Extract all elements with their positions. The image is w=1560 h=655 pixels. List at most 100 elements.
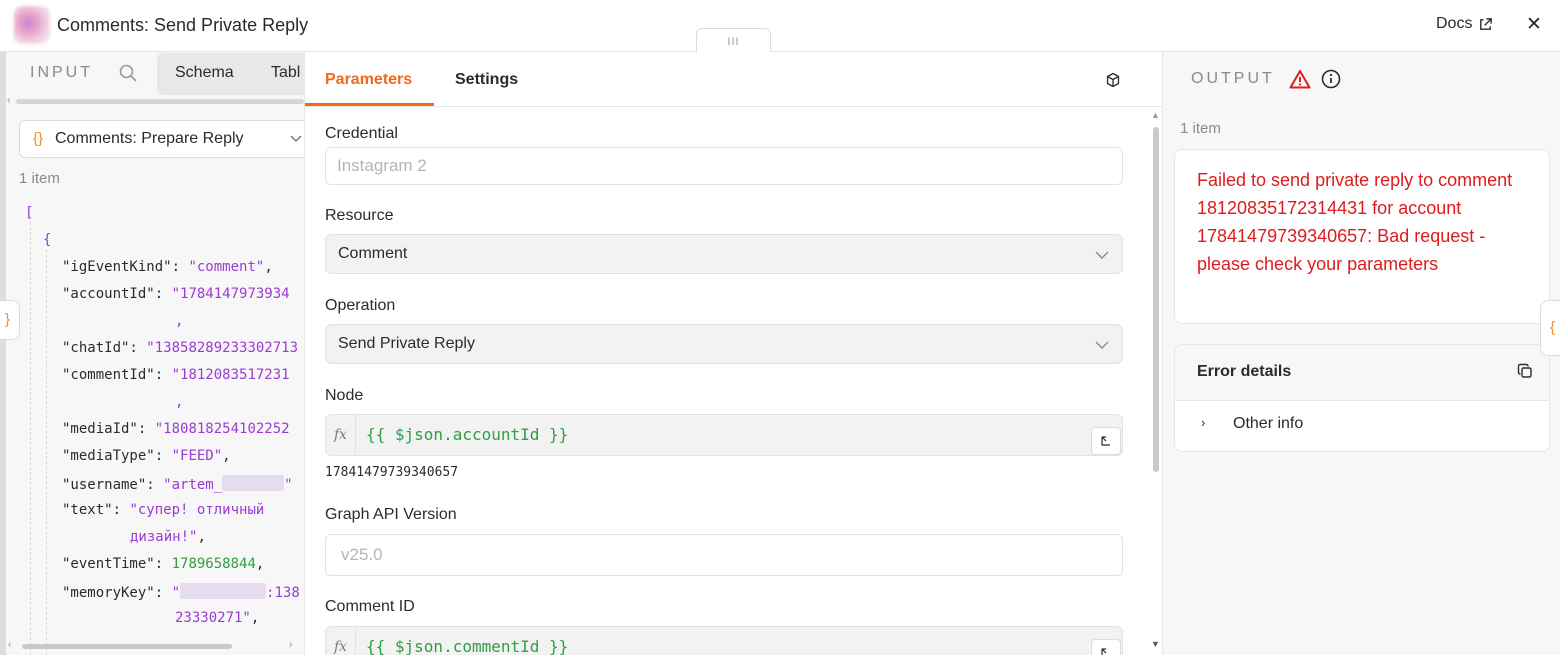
output-drag-braces-icon[interactable]: { [1540, 300, 1560, 356]
output-panel: OUTPUT 1 item Failed to send private rep… [1162, 52, 1560, 655]
json-bracket: [ [25, 205, 34, 221]
graph-api-label: Graph API Version [325, 506, 457, 523]
graph-api-version-field[interactable]: v25.0 [325, 534, 1123, 576]
json-value-cont: 23330271" [175, 610, 251, 626]
input-panel: INPUT Schema Tabl ‹ {} Comments: Prepare… [0, 52, 304, 655]
fx-icon: fx [326, 627, 356, 655]
json-key: "text": [62, 502, 122, 518]
json-key: "chatId": [62, 340, 138, 356]
tab-settings[interactable]: Settings [455, 71, 518, 89]
comment-id-expression-field[interactable]: fx {{ $json.commentId }} [325, 626, 1123, 655]
scroll-up-arrow[interactable]: ▲ [1151, 110, 1160, 120]
redacted-block [222, 475, 285, 491]
expand-icon [1101, 436, 1110, 446]
input-drag-braces-icon[interactable]: } [0, 300, 20, 340]
json-row: "commentId": "1812083517231 [62, 367, 290, 383]
node-expression-field[interactable]: fx {{ $json.accountId }} [325, 414, 1123, 456]
resource-value: Comment [338, 245, 408, 262]
json-comma: , [175, 313, 184, 329]
json-row: "mediaType": "FEED", [62, 448, 231, 464]
cube-icon[interactable] [1105, 72, 1121, 88]
json-value: "1812083517231 [171, 367, 290, 383]
node-header: Comments: Send Private Reply Docs ✕ III [0, 0, 1560, 52]
other-info-toggle[interactable]: Other info [1233, 415, 1303, 433]
error-details-header: Error details [1175, 345, 1549, 401]
json-value: "13858289233302713 [146, 340, 299, 356]
info-icon[interactable] [1321, 69, 1341, 89]
docs-link[interactable]: Docs [1436, 15, 1493, 33]
node-expression: {{ $json.accountId }} [366, 425, 569, 444]
json-row: "igEventKind": "comment", [62, 259, 273, 275]
vertical-scrollbar[interactable] [1153, 127, 1159, 472]
operation-label: Operation [325, 297, 396, 314]
node-expression-result: 17841479739340657 [325, 465, 459, 480]
json-key: "igEventKind": [62, 259, 181, 275]
close-button[interactable]: ✕ [1526, 15, 1542, 35]
json-row: "accountId": "1784147973934 [62, 286, 290, 302]
resource-label: Resource [325, 207, 394, 224]
json-row: "username": "artem_ " [62, 475, 293, 493]
json-key: "mediaType": [62, 448, 164, 464]
output-panel-title: OUTPUT [1191, 70, 1275, 87]
scroll-left-arrow[interactable]: ‹ [8, 639, 11, 650]
json-row: "text": "супер! отличный [62, 502, 264, 518]
credential-field[interactable]: Instagram 2 [325, 147, 1123, 185]
indent-guide [46, 250, 47, 655]
json-row: "chatId": "13858289233302713 [62, 340, 298, 356]
json-brace: { [43, 232, 52, 248]
json-key: "mediaId": [62, 421, 147, 437]
scroll-right-arrow[interactable]: › [289, 639, 292, 650]
json-key: "eventTime": [62, 556, 164, 572]
json-value: "супер! отличный [129, 502, 265, 518]
active-tab-indicator [305, 103, 434, 106]
canvas-edge [0, 52, 6, 655]
json-row: "eventTime": 1789658844, [62, 556, 265, 572]
operation-select[interactable]: Send Private Reply [325, 324, 1123, 364]
node-label: Node [325, 387, 364, 404]
error-message: Failed to send private reply to comment … [1197, 170, 1513, 274]
node-title: Comments: Send Private Reply [57, 15, 309, 35]
redacted-block [180, 583, 267, 599]
json-key: "username": [62, 477, 155, 493]
tab-parameters[interactable]: Parameters [325, 71, 412, 89]
error-details-card: Error details › Other info [1174, 344, 1550, 452]
panel-drag-handle[interactable]: III [696, 28, 771, 52]
chevron-right-icon[interactable]: › [1201, 415, 1205, 430]
json-row: дизайн!", [130, 529, 206, 545]
json-key: "memoryKey": [62, 585, 164, 601]
parameters-panel: Parameters Settings ▲ ▼ Credential Insta… [304, 52, 1163, 655]
error-details-title: Error details [1197, 363, 1292, 380]
chevron-down-icon [1095, 251, 1109, 259]
comment-id-expression: {{ $json.commentId }} [366, 637, 569, 655]
docs-label: Docs [1436, 15, 1473, 32]
json-value: "1784147973934 [171, 286, 290, 302]
json-number: 1789658844 [171, 556, 256, 572]
json-value-cont: дизайн!" [130, 529, 198, 545]
operation-value: Send Private Reply [338, 335, 475, 352]
output-item-count: 1 item [1180, 120, 1221, 137]
json-row: 23330271", [175, 610, 260, 626]
error-card: Failed to send private reply to comment … [1174, 149, 1550, 324]
json-key: "accountId": [62, 286, 164, 302]
indent-guide [30, 222, 31, 655]
input-json-view: [ { "igEventKind": "comment", "accountId… [0, 52, 304, 655]
expand-icon [1101, 648, 1107, 655]
node-app-icon [14, 6, 50, 44]
resource-select[interactable]: Comment [325, 234, 1123, 274]
chevron-down-icon [1095, 341, 1109, 349]
horizontal-scrollbar[interactable] [22, 644, 232, 649]
warning-icon [1289, 70, 1311, 89]
json-value: :138 [266, 585, 300, 601]
scroll-down-arrow[interactable]: ▼ [1151, 639, 1160, 649]
expand-editor-button[interactable] [1091, 427, 1121, 455]
json-key: "commentId": [62, 367, 164, 383]
credential-label: Credential [325, 125, 398, 142]
copy-icon[interactable] [1517, 363, 1533, 379]
json-value: "artem_ [163, 477, 223, 493]
json-value: "180818254102252 [154, 421, 290, 437]
expand-editor-button[interactable] [1091, 639, 1121, 655]
comment-id-label: Comment ID [325, 598, 415, 615]
json-value: "FEED" [171, 448, 223, 464]
json-comma: , [175, 394, 184, 410]
external-link-icon [1480, 17, 1493, 30]
